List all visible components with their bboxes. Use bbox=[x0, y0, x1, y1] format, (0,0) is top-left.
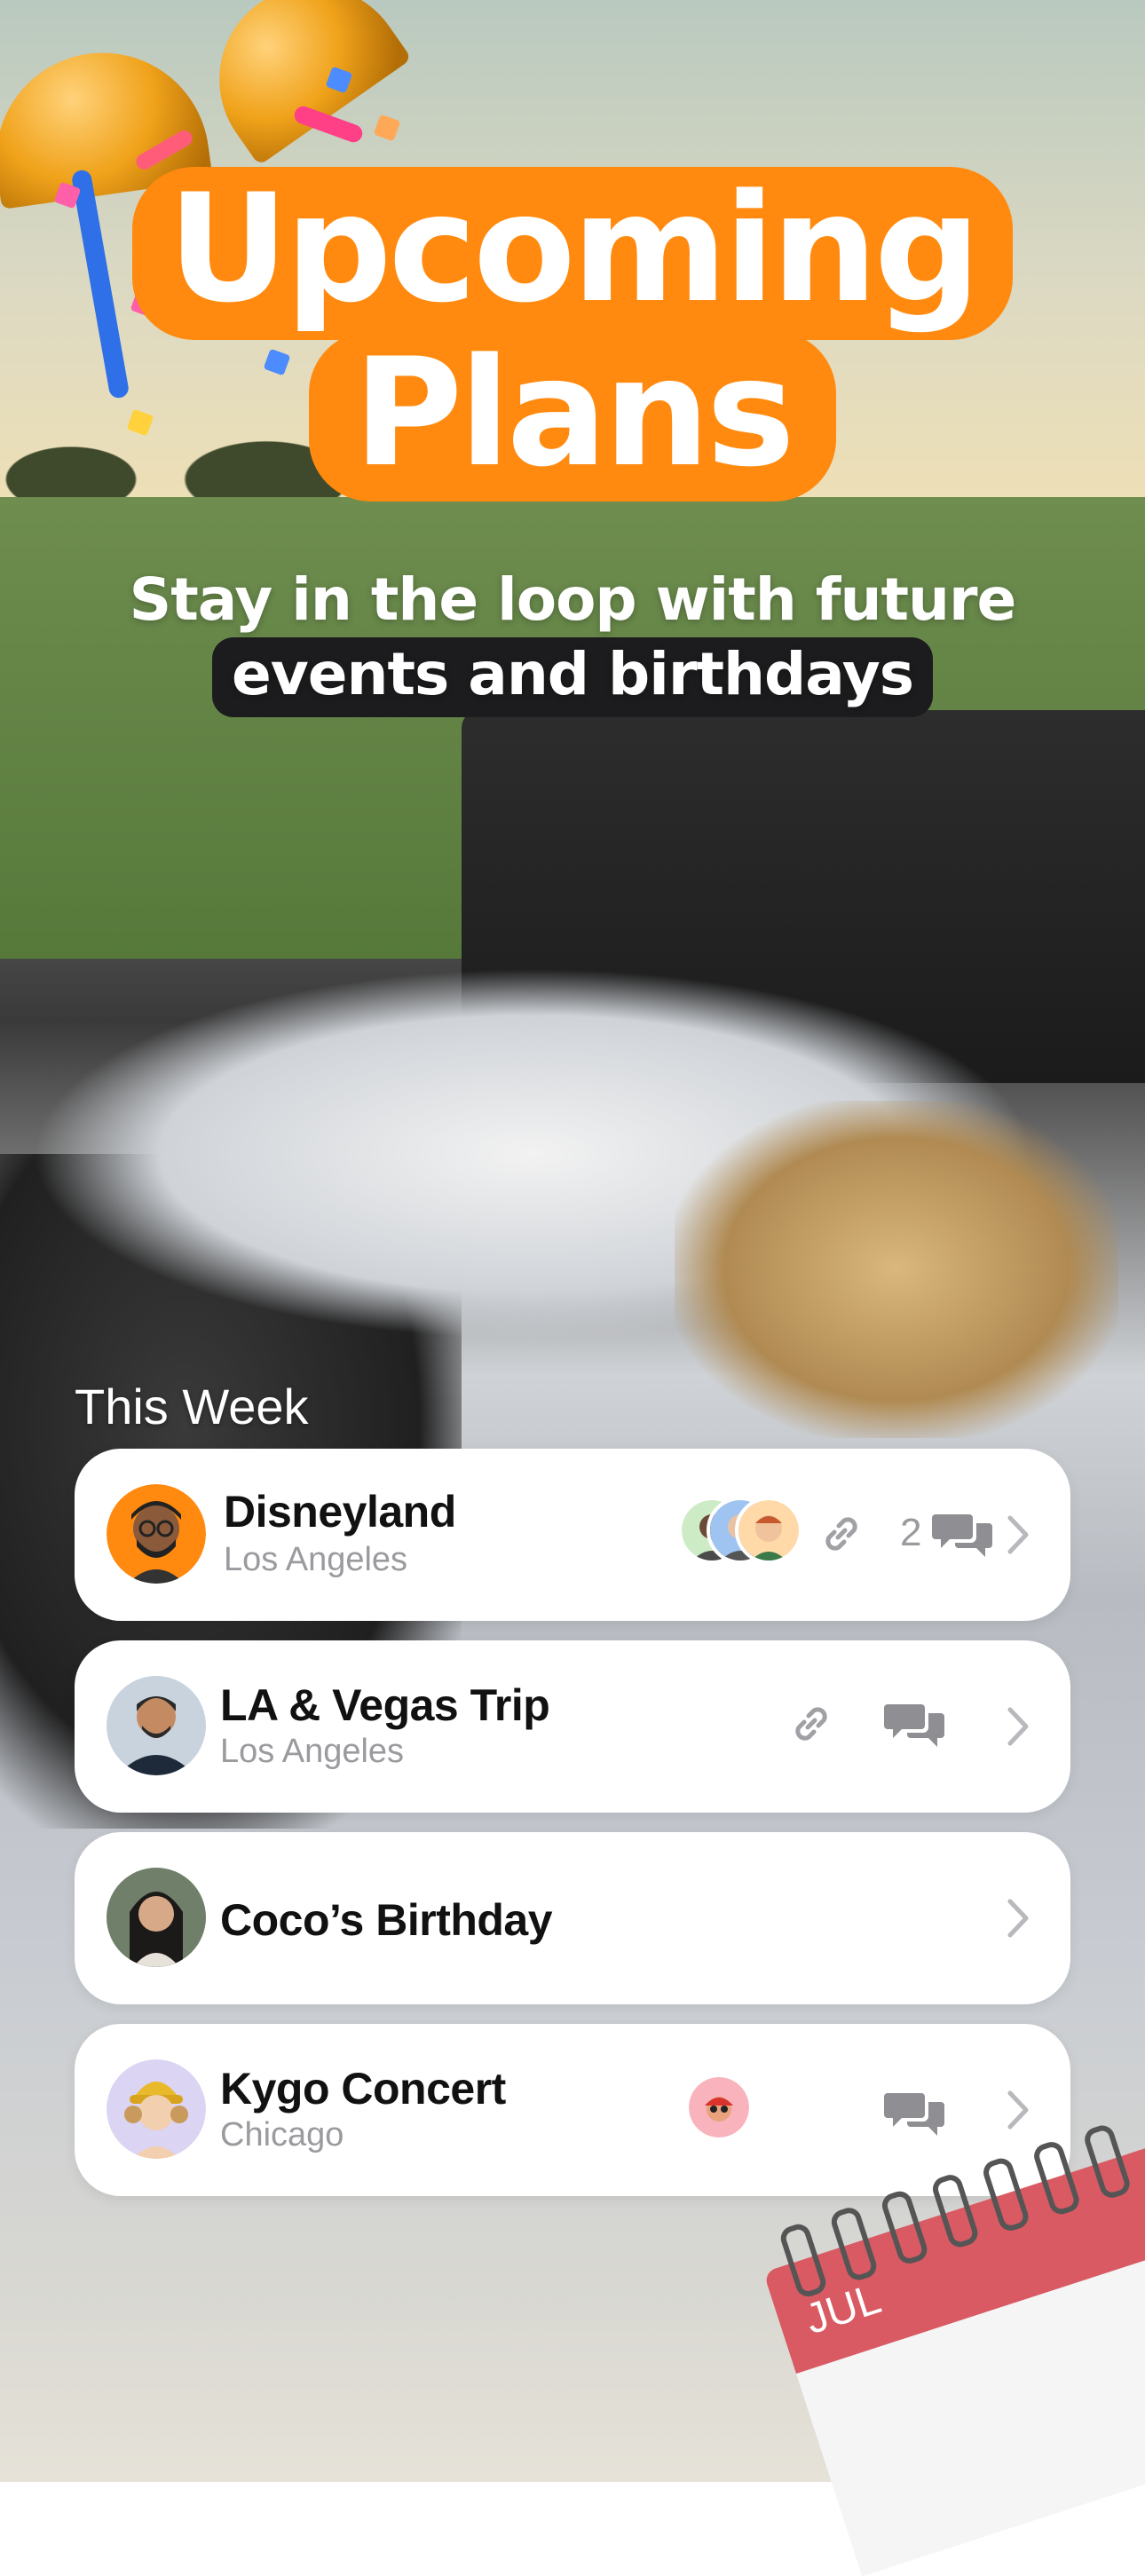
link-icon[interactable] bbox=[817, 1509, 866, 1559]
section-label: This Week bbox=[75, 1379, 309, 1434]
memoji-glasses-beard-icon bbox=[107, 1484, 206, 1584]
event-name: LA & Vegas Trip bbox=[220, 1680, 550, 1730]
chat-bubbles-icon[interactable] bbox=[884, 1699, 946, 1749]
attendee-avatar-red-cap-icon[interactable] bbox=[689, 2077, 749, 2137]
event-name: Disneyland bbox=[224, 1487, 456, 1537]
event-name: Coco’s Birthday bbox=[220, 1895, 553, 1945]
headline-line-2: Plans bbox=[309, 330, 836, 502]
event-card-cocos-birthday[interactable]: Coco’s Birthday bbox=[75, 1832, 1070, 2004]
profile-photo-woman-icon bbox=[107, 1868, 206, 1967]
chevron-right-icon[interactable] bbox=[1001, 1511, 1037, 1559]
chat-bubbles-icon[interactable] bbox=[932, 1509, 994, 1559]
profile-photo-man-icon bbox=[107, 1676, 206, 1775]
event-name: Kygo Concert bbox=[220, 2064, 506, 2114]
subheadline: Stay in the loop with future events and … bbox=[0, 565, 1145, 717]
event-location: Chicago bbox=[220, 2116, 344, 2153]
background-hair bbox=[675, 1101, 1118, 1438]
chevron-right-icon[interactable] bbox=[1001, 1703, 1037, 1750]
event-list: Disneyland Los Angeles 2 LA & Vegas Trip… bbox=[75, 1449, 1070, 2216]
chevron-right-icon[interactable] bbox=[1001, 2086, 1037, 2134]
link-icon[interactable] bbox=[786, 1699, 836, 1749]
headline-line-1: Upcoming bbox=[131, 167, 1014, 340]
attendee-avatar-icon[interactable] bbox=[735, 1497, 802, 1564]
headline: Upcoming Plans bbox=[0, 160, 1145, 514]
event-card-la-vegas-trip[interactable]: LA & Vegas Trip Los Angeles bbox=[75, 1640, 1070, 1813]
event-location: Los Angeles bbox=[220, 1733, 405, 1770]
subheadline-line-1: Stay in the loop with future bbox=[129, 565, 1017, 634]
chevron-right-icon[interactable] bbox=[1001, 1894, 1037, 1942]
memoji-yellow-hat-icon bbox=[107, 2059, 206, 2159]
subheadline-line-2: events and birthdays bbox=[211, 637, 934, 717]
chat-bubbles-icon[interactable] bbox=[884, 2088, 946, 2137]
comment-count: 2 bbox=[900, 1511, 922, 1554]
event-card-disneyland[interactable]: Disneyland Los Angeles 2 bbox=[75, 1449, 1070, 1621]
event-card-kygo-concert[interactable]: Kygo Concert Chicago bbox=[75, 2024, 1070, 2196]
event-location: Los Angeles bbox=[224, 1541, 408, 1578]
